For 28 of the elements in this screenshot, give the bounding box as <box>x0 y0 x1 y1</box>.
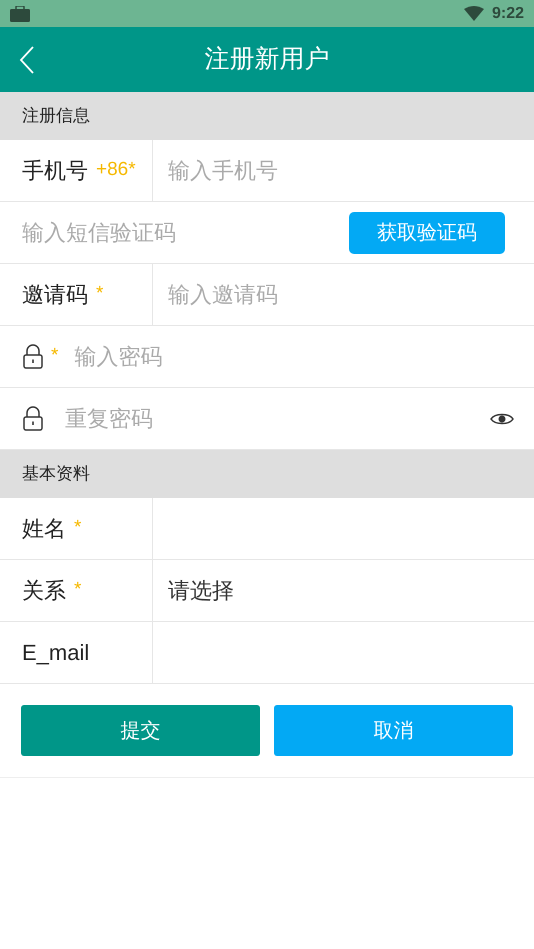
clock-time: 9:22 <box>492 4 524 24</box>
lock-icon <box>23 344 43 369</box>
required-marker: * <box>74 578 82 602</box>
password-field[interactable]: 输入密码 <box>58 326 514 387</box>
required-marker: +86* <box>96 158 136 182</box>
required-marker: * <box>74 516 82 540</box>
get-code-button[interactable]: 获取验证码 <box>349 212 505 254</box>
section-header: 基本资料 <box>0 450 534 498</box>
field-label: E_mail <box>22 639 90 667</box>
select-field[interactable]: 请选择 <box>153 560 534 621</box>
input-field[interactable]: 输入短信验证码 <box>0 202 349 263</box>
page-title: 注册新用户 <box>204 44 330 75</box>
lock-icon <box>23 406 43 431</box>
wifi-icon <box>464 6 484 21</box>
section-header: 注册信息 <box>0 92 534 140</box>
input-field[interactable]: 输入手机号 <box>153 140 534 201</box>
cancel-button[interactable]: 取消 <box>274 705 513 756</box>
submit-button[interactable]: 提交 <box>21 705 260 756</box>
field-label: 关系 <box>22 577 66 605</box>
field-label: 手机号 <box>22 157 88 185</box>
field-label: 姓名 <box>22 515 66 543</box>
password-field[interactable]: 重复密码 <box>43 388 490 449</box>
required-marker: * <box>96 282 104 306</box>
briefcase-icon <box>10 6 30 22</box>
back-button[interactable] <box>18 45 36 75</box>
field-label: 邀请码 <box>22 281 88 309</box>
input-field[interactable]: 输入邀请码 <box>153 264 534 325</box>
required-marker: * <box>51 344 58 368</box>
